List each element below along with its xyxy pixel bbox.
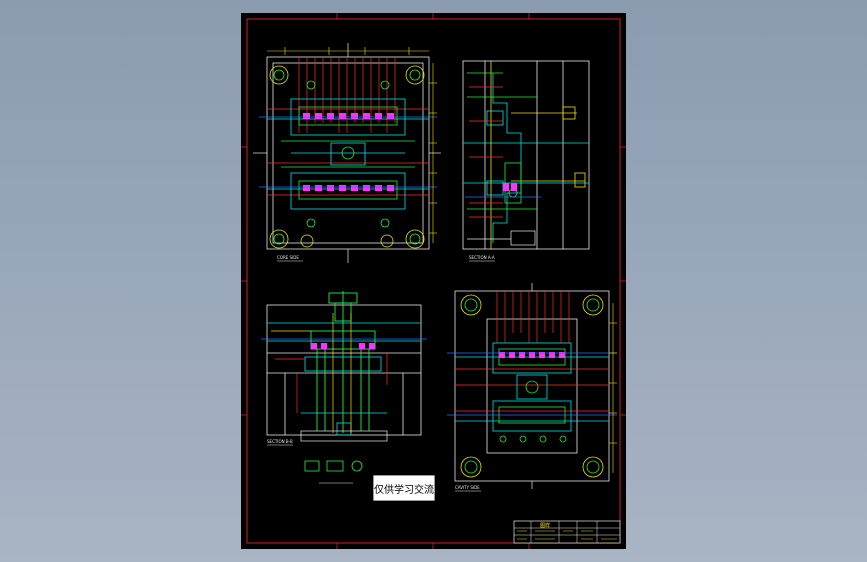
- drawing-sheet: CORE SIDE SECTION A-A SECTION B-B CAVITY…: [241, 13, 626, 549]
- core-side-view: CORE SIDE: [253, 43, 441, 263]
- title-block: 图样: [513, 520, 621, 544]
- drawing-frame: [246, 18, 621, 544]
- view-label-core-side: CORE SIDE: [277, 255, 299, 260]
- view-label-section-b: SECTION B-B: [267, 439, 293, 444]
- detail-parts: [304, 460, 363, 472]
- view-label-section-a: SECTION A-A: [469, 255, 495, 260]
- cavity-side-view: CAVITY SIDE: [447, 283, 617, 492]
- title-block-heading: 图样: [540, 522, 550, 529]
- watermark-box: 仅供学习交流: [372, 474, 436, 502]
- guide-bushing-circles: [460, 294, 604, 478]
- section-view-a: SECTION A-A: [462, 60, 590, 262]
- cavity-row-lower: [303, 185, 394, 191]
- watermark-text: 仅供学习交流: [374, 483, 434, 496]
- cad-drawing: CORE SIDE SECTION A-A SECTION B-B CAVITY…: [241, 13, 626, 549]
- section-view-b: SECTION B-B: [261, 291, 427, 484]
- cavity-row-upper: [303, 113, 394, 119]
- view-label-cavity-side: CAVITY SIDE: [455, 485, 480, 490]
